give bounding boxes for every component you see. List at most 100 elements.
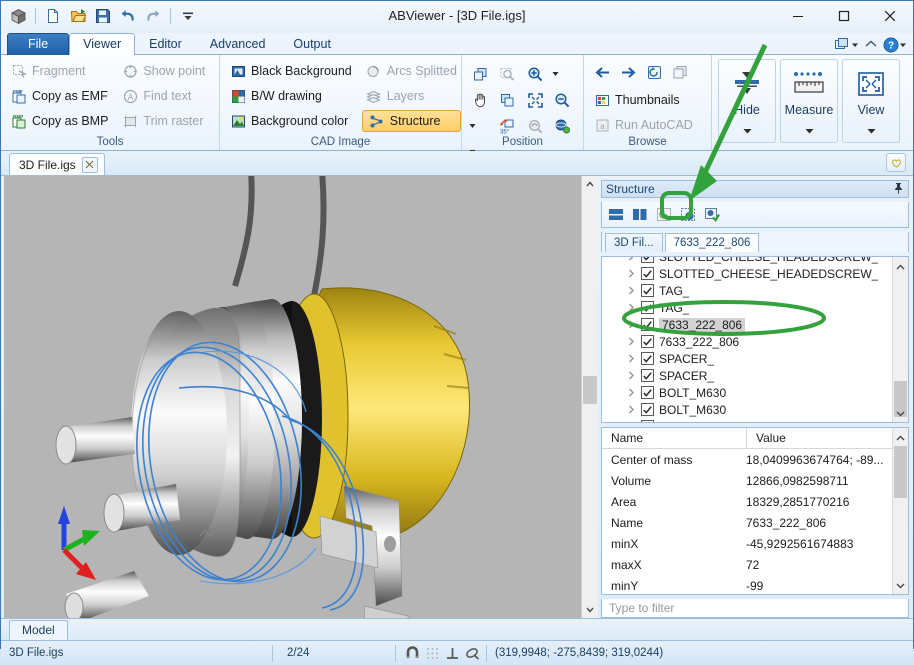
3d-viewport[interactable] [4,176,582,618]
tree-item-checkbox[interactable] [641,335,654,348]
tree-item[interactable]: BOLT_M630 [602,384,908,401]
tree-item-checkbox[interactable] [641,403,654,416]
layers-button[interactable]: Layers [362,85,461,107]
run-autocad-button[interactable]: a Run AutoCAD [590,114,705,136]
find-text-button[interactable]: A Find text [118,85,213,107]
tree-item[interactable]: SLOTTED_CHEESE_HEADEDSCREW_ [602,257,908,265]
zoom-window-button[interactable] [496,62,520,86]
bring-to-front-button[interactable] [468,62,492,86]
window-mode-icon[interactable] [834,37,859,53]
pan-hand-button[interactable] [468,88,492,112]
expand-chevron-icon[interactable] [626,337,636,346]
tree-item-checkbox[interactable] [641,369,654,382]
measure-dropdown-icon[interactable] [805,123,814,137]
pin-icon[interactable] [893,182,904,197]
tree-item-checkbox[interactable] [641,284,654,297]
properties-row[interactable]: minY -99 [602,575,908,596]
show-point-button[interactable]: Show point [118,60,213,82]
zoom-extents-button[interactable] [523,88,547,112]
structure-tab-3d-file[interactable]: 3D Fil... [605,233,663,252]
background-color-button[interactable]: Background color [226,110,356,132]
favorites-icon[interactable] [886,153,906,172]
tree-item[interactable]: 7633_222_806 [602,316,908,333]
tree-item-checkbox[interactable] [641,386,654,399]
snap-object-icon[interactable] [462,641,482,665]
zoom-out-dropdown-icon[interactable] [468,114,477,138]
copy-as-bmp-button[interactable]: BMP Copy as BMP [7,110,112,132]
properties-scrollbar[interactable] [892,428,908,594]
document-tab-3d-file[interactable]: 3D File.igs [9,153,105,175]
properties-scroll-down-icon[interactable] [896,578,905,592]
properties-row[interactable]: Volume 12866,0982598711 [602,470,908,491]
expand-chevron-icon[interactable] [626,371,636,380]
expand-chevron-icon[interactable] [626,422,636,423]
minimize-button[interactable] [775,1,821,31]
tree-scroll-up-icon[interactable] [896,259,905,273]
expand-chevron-icon[interactable] [626,388,636,397]
fragment-button[interactable]: Fragment [7,60,112,82]
structure-tree[interactable]: SLOTTED_CHEESE_HEADEDSCREW_ SLOTTED_CHEES… [601,256,909,423]
expand-chevron-icon[interactable] [626,257,636,261]
expand-chevron-icon[interactable] [626,286,636,295]
properties-row[interactable]: minX -45,9292561674883 [602,533,908,554]
tree-item[interactable]: TAG_ [602,282,908,299]
properties-scroll-thumb[interactable] [894,446,907,498]
scroll-up-icon[interactable] [582,176,598,192]
arcs-splitted-button[interactable]: Arcs Splitted [362,60,461,82]
tree-item[interactable]: BOLT_M630 [602,401,908,418]
structure-tab-part[interactable]: 7633_222_806 [664,233,760,252]
tree-item-checkbox[interactable] [641,267,654,280]
expand-chevron-icon[interactable] [626,303,636,312]
browse-previous-button[interactable] [590,60,614,84]
close-button[interactable] [867,1,913,31]
ribbon-tab-advanced[interactable]: Advanced [196,33,280,55]
ribbon-tab-viewer[interactable]: Viewer [69,33,136,55]
properties-filter-bar[interactable] [601,599,909,618]
properties-row[interactable]: Name 7633_222_806 [602,512,908,533]
scroll-thumb[interactable] [583,376,597,404]
snap-ortho-icon[interactable] [442,641,462,665]
viewport-vertical-scrollbar[interactable] [581,176,598,618]
tree-item[interactable]: SPACER_ [602,367,908,384]
properties-row[interactable]: Area 18329,2851770216 [602,491,908,512]
zoom-previous-button[interactable] [523,114,547,138]
zoom-out-button[interactable] [551,88,575,112]
measure-button[interactable]: Measure [780,59,838,143]
tree-item-checkbox[interactable] [641,257,654,263]
ribbon-tab-editor[interactable]: Editor [135,33,196,55]
expand-chevron-icon[interactable] [626,354,636,363]
vertical-split-icon[interactable] [629,204,651,225]
properties-row[interactable]: maxX 72 [602,554,908,575]
tree-item-checkbox[interactable] [641,318,654,331]
thumbnails-button[interactable]: Thumbnails [590,89,705,111]
apply-selection-icon[interactable] [701,204,723,225]
ribbon-tab-output[interactable]: Output [279,33,345,55]
orbit-button[interactable] [551,114,575,138]
tree-item[interactable]: SLOTTED_CHEESE_HEADEDSCREW_ [602,265,908,282]
snap-grid-icon[interactable] [422,641,442,665]
tree-item[interactable]: TAG_ [602,299,908,316]
view-button[interactable]: View [842,59,900,143]
properties-scroll-up-icon[interactable] [896,430,905,444]
ribbon-tab-file[interactable]: File [7,33,70,55]
send-to-back-button[interactable] [496,88,520,112]
horizontal-split-icon[interactable] [605,204,627,225]
hide-button[interactable]: Hide [718,59,776,143]
bw-drawing-button[interactable]: B/W drawing [226,85,356,107]
expand-chevron-icon[interactable] [626,405,636,414]
tree-item[interactable]: 7633_222_806 [602,333,908,350]
properties-table[interactable]: Name Value Center of mass 18,040996367476… [601,427,909,595]
properties-row[interactable]: Center of mass 18,0409963674764; -89... [602,449,908,470]
trim-raster-button[interactable]: Trim raster [118,110,213,132]
zoom-in-dropdown-icon[interactable] [551,62,560,86]
scroll-down-icon[interactable] [582,602,598,618]
expand-chevron-icon[interactable] [626,320,636,329]
browse-next-button[interactable] [616,60,640,84]
zoom-in-button[interactable] [523,62,547,86]
expand-chevron-icon[interactable] [626,269,636,278]
hide-dropdown-icon[interactable] [743,123,752,137]
structure-button[interactable]: Structure [361,110,461,132]
help-icon[interactable]: ? [883,37,907,53]
tree-item-checkbox[interactable] [641,352,654,365]
maximize-button[interactable] [821,1,867,31]
